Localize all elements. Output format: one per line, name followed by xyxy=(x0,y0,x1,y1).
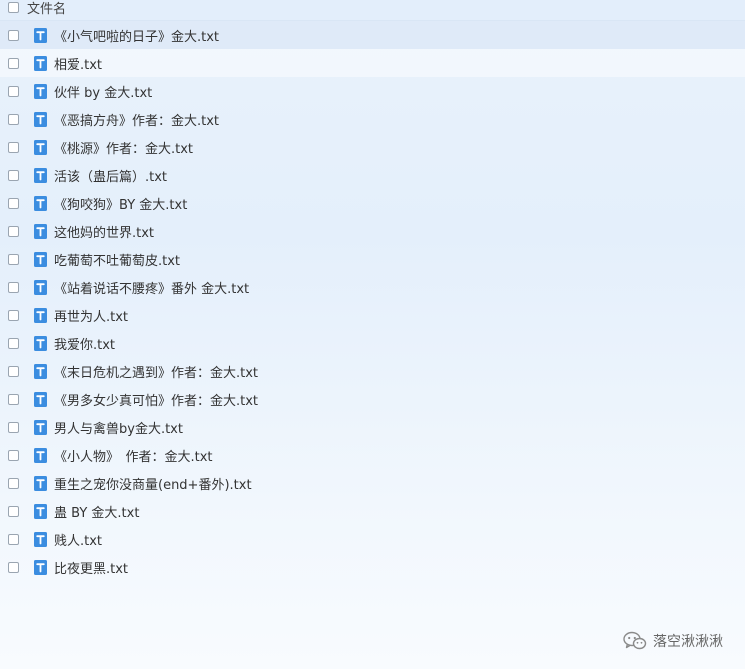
file-row[interactable]: 吃葡萄不吐葡萄皮.txt xyxy=(0,245,745,273)
file-checkbox[interactable] xyxy=(8,449,19,461)
file-row[interactable]: 活该（蛊后篇）.txt xyxy=(0,161,745,189)
file-row[interactable]: 《末日危机之遇到》作者：金大.txt xyxy=(0,357,745,385)
file-name: 贱人.txt xyxy=(54,533,103,549)
file-rows: 《小气吧啦的日子》金大.txt 相爱.txt 伙伴 by 金大.txt 《恶搞方… xyxy=(0,21,745,581)
file-checkbox[interactable] xyxy=(8,421,19,433)
text-file-icon xyxy=(34,503,47,519)
file-name: 《恶搞方舟》作者：金大.txt xyxy=(54,113,220,129)
file-name: 比夜更黑.txt xyxy=(54,561,129,577)
file-name: 我爱你.txt xyxy=(54,337,116,353)
file-checkbox[interactable] xyxy=(8,561,19,573)
file-row[interactable]: 《小气吧啦的日子》金大.txt xyxy=(0,21,745,49)
file-name: 《小人物》 作者：金大.txt xyxy=(54,449,213,465)
file-row[interactable]: 重生之宠你没商量(end+番外).txt xyxy=(0,469,745,497)
file-checkbox[interactable] xyxy=(8,85,19,97)
file-row[interactable]: 《男多女少真可怕》作者：金大.txt xyxy=(0,385,745,413)
file-checkbox[interactable] xyxy=(8,29,19,41)
file-checkbox[interactable] xyxy=(8,393,19,405)
file-checkbox[interactable] xyxy=(8,253,19,265)
column-header-filename[interactable]: 文件名 xyxy=(27,0,66,17)
file-row[interactable]: 再世为人.txt xyxy=(0,301,745,329)
file-row[interactable]: 伙伴 by 金大.txt xyxy=(0,77,745,105)
select-all-checkbox[interactable] xyxy=(8,1,19,13)
file-name: 《桃源》作者：金大.txt xyxy=(54,141,194,157)
text-file-icon xyxy=(34,83,47,99)
text-file-icon xyxy=(34,307,47,323)
text-file-icon xyxy=(34,139,47,155)
file-row[interactable]: 这他妈的世界.txt xyxy=(0,217,745,245)
file-row[interactable]: 比夜更黑.txt xyxy=(0,553,745,581)
file-checkbox[interactable] xyxy=(8,113,19,125)
file-row[interactable]: 相爱.txt xyxy=(0,49,745,77)
text-file-icon xyxy=(34,419,47,435)
text-file-icon xyxy=(34,223,47,239)
file-name: 《男多女少真可怕》作者：金大.txt xyxy=(54,393,259,409)
file-name: 相爱.txt xyxy=(54,57,103,73)
file-name: 《末日危机之遇到》作者：金大.txt xyxy=(54,365,259,381)
file-name: 重生之宠你没商量(end+番外).txt xyxy=(54,477,252,493)
text-file-icon xyxy=(34,363,47,379)
file-name: 再世为人.txt xyxy=(54,309,129,325)
file-name: 《狗咬狗》BY 金大.txt xyxy=(54,197,188,213)
watermark: 落空湫湫湫 xyxy=(623,631,723,651)
file-checkbox[interactable] xyxy=(8,505,19,517)
file-row[interactable]: 《狗咬狗》BY 金大.txt xyxy=(0,189,745,217)
file-row[interactable]: 贱人.txt xyxy=(0,525,745,553)
file-row[interactable]: 我爱你.txt xyxy=(0,329,745,357)
file-checkbox[interactable] xyxy=(8,533,19,545)
text-file-icon xyxy=(34,111,47,127)
file-checkbox[interactable] xyxy=(8,281,19,293)
wechat-icon xyxy=(623,631,647,650)
file-list: 文件名 《小气吧啦的日子》金大.txt 相爱.txt 伙伴 by 金大.txt … xyxy=(0,0,745,577)
file-checkbox[interactable] xyxy=(8,57,19,69)
file-name: 吃葡萄不吐葡萄皮.txt xyxy=(54,253,181,269)
text-file-icon xyxy=(34,559,47,575)
file-row[interactable]: 蛊 BY 金大.txt xyxy=(0,497,745,525)
file-name: 《小气吧啦的日子》金大.txt xyxy=(54,29,220,45)
file-row[interactable]: 《站着说话不腰疼》番外 金大.txt xyxy=(0,273,745,301)
file-name: 《站着说话不腰疼》番外 金大.txt xyxy=(54,281,250,297)
text-file-icon xyxy=(34,55,47,71)
file-checkbox[interactable] xyxy=(8,225,19,237)
text-file-icon xyxy=(34,391,47,407)
text-file-icon xyxy=(34,27,47,43)
file-row[interactable]: 《小人物》 作者：金大.txt xyxy=(0,441,745,469)
file-checkbox[interactable] xyxy=(8,141,19,153)
text-file-icon xyxy=(34,167,47,183)
text-file-icon xyxy=(34,279,47,295)
file-checkbox[interactable] xyxy=(8,309,19,321)
file-name: 蛊 BY 金大.txt xyxy=(54,505,140,521)
file-checkbox[interactable] xyxy=(8,197,19,209)
text-file-icon xyxy=(34,447,47,463)
file-name: 伙伴 by 金大.txt xyxy=(54,85,153,101)
file-checkbox[interactable] xyxy=(8,337,19,349)
file-checkbox[interactable] xyxy=(8,169,19,181)
file-row[interactable]: 《桃源》作者：金大.txt xyxy=(0,133,745,161)
file-name: 男人与禽兽by金大.txt xyxy=(54,421,183,437)
watermark-text: 落空湫湫湫 xyxy=(653,634,723,650)
text-file-icon xyxy=(34,531,47,547)
file-checkbox[interactable] xyxy=(8,477,19,489)
file-list-header: 文件名 xyxy=(0,0,745,21)
text-file-icon xyxy=(34,335,47,351)
text-file-icon xyxy=(34,195,47,211)
text-file-icon xyxy=(34,475,47,491)
file-name: 这他妈的世界.txt xyxy=(54,225,155,241)
file-name: 活该（蛊后篇）.txt xyxy=(54,169,168,185)
file-checkbox[interactable] xyxy=(8,365,19,377)
text-file-icon xyxy=(34,251,47,267)
file-row[interactable]: 男人与禽兽by金大.txt xyxy=(0,413,745,441)
file-row[interactable]: 《恶搞方舟》作者：金大.txt xyxy=(0,105,745,133)
